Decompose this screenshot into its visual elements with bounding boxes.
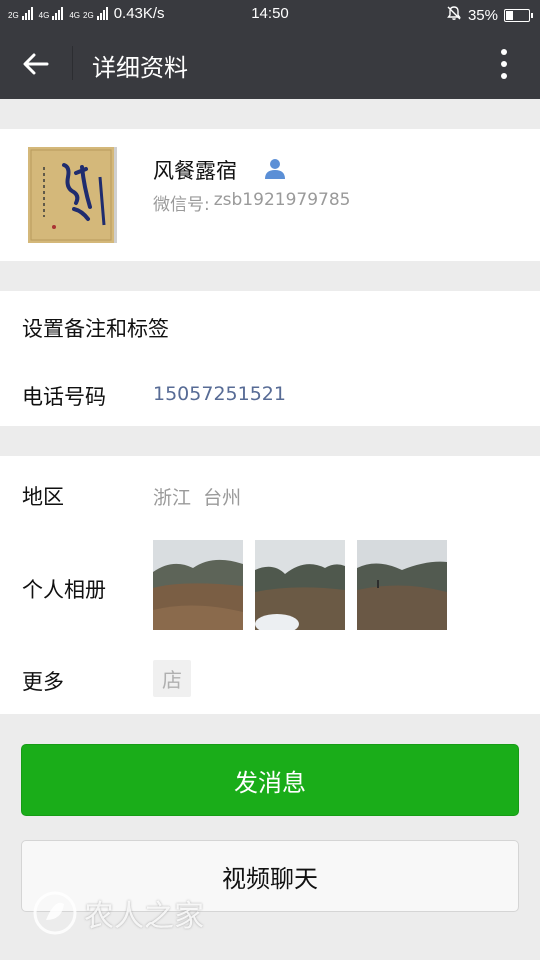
region-value: 浙江 台州: [153, 487, 242, 509]
status-bar: 2G 4G 4G 2G 0.43K/s 14:50 35%: [0, 0, 540, 28]
wechat-id-label: 微信号:: [153, 195, 210, 215]
phone-number-link[interactable]: 15057251521: [153, 383, 286, 405]
send-message-button[interactable]: 发消息: [21, 744, 519, 816]
status-right: 35%: [446, 5, 533, 25]
album-photo[interactable]: [255, 540, 345, 630]
details-section: 地区 浙江 台州 个人相册 更多 店: [0, 456, 540, 714]
album-label[interactable]: 个人相册: [22, 574, 106, 604]
title-divider: [72, 46, 73, 80]
page-title: 详细资料: [92, 54, 188, 82]
battery-icon: [504, 8, 533, 22]
profile-card: 风餐露宿 微信号: zsb1921979785: [0, 129, 540, 261]
region-label: 地区: [22, 485, 64, 509]
battery-percent: 35%: [467, 6, 498, 24]
phone-label: 电话号码: [22, 385, 106, 409]
nickname: 风餐露宿: [153, 159, 237, 183]
watermark: 农人之家: [32, 890, 204, 936]
contact-info-section: 设置备注和标签 电话号码 15057251521: [0, 291, 540, 426]
leaf-logo-icon: [33, 891, 77, 935]
more-options-button[interactable]: [486, 46, 522, 82]
avatar[interactable]: [28, 147, 117, 243]
album-photo[interactable]: [153, 540, 243, 630]
remark-tags-row[interactable]: 设置备注和标签: [22, 313, 169, 343]
shop-icon[interactable]: 店: [153, 660, 191, 697]
title-bar: 详细资料: [0, 28, 540, 99]
back-button[interactable]: [12, 44, 60, 84]
more-label[interactable]: 更多: [22, 666, 64, 696]
watermark-text: 农人之家: [84, 899, 204, 934]
user-icon: [263, 156, 287, 184]
wechat-id-value: zsb1921979785: [213, 190, 351, 210]
more-vertical-icon: [501, 49, 507, 79]
album-photo[interactable]: [357, 540, 447, 630]
wechat-id-line: 微信号: zsb1921979785: [153, 190, 350, 215]
battery-fill: [506, 10, 513, 20]
bell-off-icon: [446, 5, 462, 25]
arrow-left-icon: [23, 53, 49, 75]
